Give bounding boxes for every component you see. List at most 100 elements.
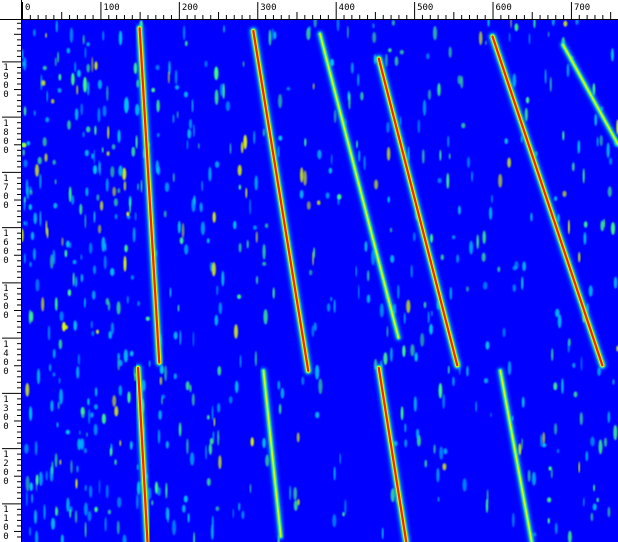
noise-speck <box>32 248 36 261</box>
noise-speck <box>183 91 188 98</box>
x-ruler-label: 500 <box>417 3 433 13</box>
noise-speck <box>612 379 615 385</box>
noise-speck <box>105 178 109 192</box>
noise-speck <box>51 461 54 475</box>
noise-speck <box>89 242 93 254</box>
noise-speck <box>317 149 322 160</box>
noise-speck <box>58 339 63 350</box>
noise-speck <box>386 122 390 133</box>
noise-speck <box>82 34 85 45</box>
noise-speck <box>304 138 307 147</box>
noise-speck <box>300 167 304 183</box>
noise-speck <box>583 221 588 228</box>
noise-speck <box>504 138 508 145</box>
noise-speck <box>446 173 450 189</box>
y-ruler-label: 1 3 0 0 <box>3 394 9 432</box>
noise-speck <box>547 31 550 38</box>
noise-speck <box>277 380 281 390</box>
noise-speck <box>466 156 471 168</box>
noise-speck <box>219 83 224 97</box>
x-ruler-label: 300 <box>260 3 276 13</box>
noise-speck <box>208 166 212 182</box>
noise-speck <box>52 159 56 165</box>
noise-speck <box>34 441 38 456</box>
noise-speck <box>588 285 593 297</box>
noise-speck <box>562 130 565 141</box>
noise-speck <box>58 73 62 81</box>
noise-speck <box>289 485 292 501</box>
noise-speck <box>237 164 242 176</box>
noise-speck <box>112 395 117 407</box>
noise-speck <box>29 261 32 268</box>
noise-speck <box>412 232 416 242</box>
noise-speck <box>448 153 451 160</box>
noise-speck <box>311 325 315 337</box>
noise-speck <box>233 220 237 230</box>
noise-speck <box>29 526 31 536</box>
noise-speck <box>23 221 26 226</box>
noise-speck <box>390 347 393 362</box>
noise-speck <box>54 179 57 185</box>
noise-speck <box>578 251 581 263</box>
spectrogram-plot[interactable] <box>22 20 618 542</box>
noise-speck <box>114 459 117 466</box>
noise-speck <box>449 286 453 300</box>
noise-speck <box>126 211 130 217</box>
noise-speck <box>211 405 214 421</box>
noise-speck <box>106 151 110 156</box>
noise-speck <box>52 249 56 265</box>
noise-speck <box>28 309 32 325</box>
noise-speck <box>127 391 131 404</box>
noise-speck <box>416 428 420 439</box>
noise-speck <box>35 476 38 492</box>
noise-speck <box>590 436 595 447</box>
noise-speck <box>245 187 248 199</box>
noise-speck <box>461 122 466 129</box>
noise-speck <box>74 510 78 524</box>
noise-speck <box>344 499 347 515</box>
noise-speck <box>249 198 252 215</box>
noise-speck <box>600 220 605 232</box>
noise-speck <box>502 327 506 338</box>
x-ruler-label: 600 <box>496 3 512 13</box>
noise-speck <box>582 168 585 184</box>
noise-speck <box>52 348 56 359</box>
noise-speck <box>90 320 94 329</box>
noise-speck <box>104 517 107 532</box>
noise-speck <box>406 299 411 313</box>
noise-speck <box>117 496 122 508</box>
noise-speck <box>427 89 432 100</box>
spectrogram-canvas[interactable] <box>22 20 618 542</box>
noise-speck <box>337 194 342 200</box>
noise-speck <box>197 143 200 149</box>
noise-speck <box>186 139 189 150</box>
noise-speck <box>348 93 351 110</box>
noise-speck <box>164 365 168 382</box>
noise-speck <box>483 378 489 384</box>
trace-layer <box>133 23 618 542</box>
noise-speck <box>179 330 182 346</box>
noise-speck <box>585 451 589 462</box>
noise-speck <box>439 149 442 161</box>
noise-speck <box>430 310 433 317</box>
noise-speck <box>234 380 239 394</box>
noise-speck <box>97 224 102 234</box>
noise-speck <box>607 411 611 424</box>
noise-speck <box>403 312 406 325</box>
noise-speck <box>238 242 242 253</box>
noise-speck <box>554 522 558 535</box>
noise-speck <box>79 203 83 215</box>
noise-speck <box>433 444 436 454</box>
noise-speck <box>254 351 257 367</box>
noise-speck <box>33 29 36 37</box>
noise-speck <box>87 510 92 522</box>
noise-speck <box>303 170 307 186</box>
noise-speck <box>69 508 72 518</box>
noise-speck <box>596 497 599 503</box>
noise-speck <box>23 253 26 264</box>
noise-speck <box>521 437 523 450</box>
noise-speck <box>593 484 596 492</box>
noise-speck <box>122 534 127 542</box>
noise-speck <box>429 323 433 335</box>
noise-speck <box>238 184 242 190</box>
